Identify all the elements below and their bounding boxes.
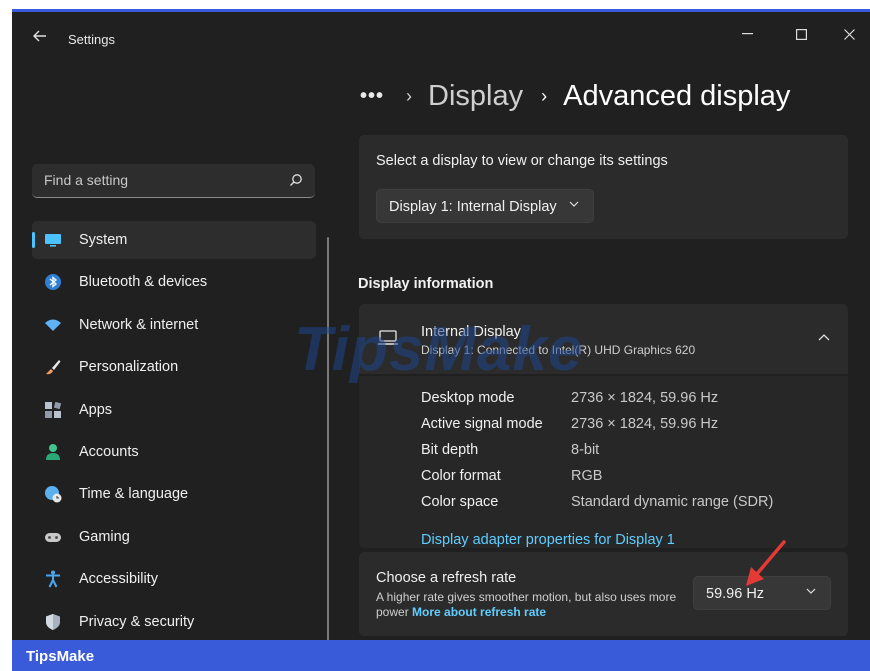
shield-icon [46, 613, 60, 630]
bluetooth-icon [45, 274, 61, 291]
monitor-icon [378, 330, 398, 345]
breadcrumb: ••• › Display › Advanced display [360, 76, 790, 116]
sidebar-item-accounts[interactable]: Accounts [32, 433, 316, 471]
page-title: Advanced display [563, 79, 791, 112]
maximize-button[interactable] [778, 20, 824, 48]
sidebar-item-label: Bluetooth & devices [79, 274, 208, 291]
close-button[interactable] [826, 20, 870, 48]
sidebar-item-privacy[interactable]: Privacy & security [32, 603, 316, 640]
app-title: Settings [68, 32, 115, 47]
display-information-heading: Display information [358, 276, 494, 292]
minimize-icon [741, 33, 753, 35]
info-key: Color format [421, 468, 501, 484]
sidebar-scrollbar[interactable] [327, 237, 329, 640]
info-value: 2736 × 1824, 59.96 Hz [571, 416, 719, 432]
display-info-header[interactable]: Internal Display Display 1: Connected to… [359, 304, 848, 374]
select-display-prompt: Select a display to view or change its s… [376, 153, 668, 169]
back-arrow-icon [33, 30, 46, 42]
brand-label: TipsMake [26, 648, 95, 665]
refresh-rate-description: A higher rate gives smoother motion, but… [376, 590, 686, 620]
apps-icon [45, 401, 62, 418]
minimize-button[interactable] [724, 20, 770, 48]
wifi-icon [45, 319, 61, 331]
chevron-up-icon[interactable] [818, 334, 830, 341]
info-value: 8-bit [571, 442, 600, 458]
brush-icon [46, 360, 61, 375]
display-select-value: Display 1: Internal Display [389, 199, 557, 215]
breadcrumb-more-button[interactable]: ••• [360, 85, 384, 108]
sidebar-item-label: Network & internet [79, 316, 199, 333]
active-indicator [32, 232, 35, 248]
info-value: Standard dynamic range (SDR) [571, 494, 774, 510]
refresh-rate-title: Choose a refresh rate [376, 570, 517, 586]
sidebar-item-network[interactable]: Network & internet [32, 306, 316, 344]
search-input[interactable] [44, 172, 274, 188]
chevron-down-icon [806, 588, 816, 594]
info-key: Color space [421, 494, 499, 510]
chevron-right-icon: › [406, 85, 413, 106]
gamepad-icon [45, 532, 61, 542]
display-select-dropdown[interactable]: Display 1: Internal Display [376, 189, 594, 223]
info-key: Active signal mode [421, 416, 543, 432]
chevron-down-icon [569, 201, 579, 207]
breadcrumb-display-link[interactable]: Display [428, 80, 523, 113]
display-connection: Display 1: Connected to Intel(R) UHD Gra… [421, 343, 696, 357]
sidebar-item-accessibility[interactable]: Accessibility [32, 560, 316, 598]
sidebar-item-personalization[interactable]: Personalization [32, 348, 316, 386]
display-info-details: Desktop mode 2736 × 1824, 59.96 Hz Activ… [359, 376, 848, 548]
search-box[interactable] [32, 164, 315, 198]
sidebar-item-label: Personalization [79, 359, 179, 376]
sidebar-item-label: Time & language [79, 486, 189, 503]
sidebar-item-bluetooth[interactable]: Bluetooth & devices [32, 263, 316, 301]
display-name: Internal Display [421, 324, 521, 340]
more-about-refresh-rate-link[interactable]: More about refresh rate [412, 605, 546, 619]
person-icon [46, 443, 60, 460]
sidebar-item-label: Gaming [79, 528, 130, 545]
close-icon [843, 28, 855, 40]
search-icon [290, 174, 302, 186]
sidebar-item-system[interactable]: System [32, 221, 316, 259]
accessibility-icon [46, 570, 60, 588]
sidebar-item-apps[interactable]: Apps [32, 391, 316, 429]
annotation-arrow-icon [746, 540, 786, 586]
sidebar-item-label: Accounts [79, 443, 139, 460]
sidebar-item-label: Privacy & security [79, 613, 195, 630]
globe-clock-icon [45, 486, 62, 503]
title-bar: Settings [12, 12, 870, 56]
sidebar-item-label: Accessibility [79, 571, 158, 588]
brand-footer: TipsMake [12, 640, 870, 671]
back-button[interactable] [28, 26, 52, 46]
sidebar-item-label: System [79, 232, 128, 248]
sidebar-item-label: Apps [79, 401, 113, 418]
sidebar-item-time-language[interactable]: Time & language [32, 475, 316, 513]
maximize-icon [795, 28, 807, 40]
info-value: RGB [571, 468, 603, 484]
settings-window: Settings System Bluetooth & devices Netw… [12, 12, 870, 640]
info-key: Bit depth [421, 442, 479, 458]
monitor-icon [45, 234, 61, 247]
chevron-right-icon: › [541, 85, 548, 106]
info-value: 2736 × 1824, 59.96 Hz [571, 390, 719, 406]
info-key: Desktop mode [421, 390, 515, 406]
display-adapter-properties-link[interactable]: Display adapter properties for Display 1 [421, 532, 675, 548]
select-display-card: Select a display to view or change its s… [359, 135, 848, 239]
sidebar-nav: System Bluetooth & devices Network & int… [32, 221, 316, 640]
sidebar-item-gaming[interactable]: Gaming [32, 518, 316, 556]
